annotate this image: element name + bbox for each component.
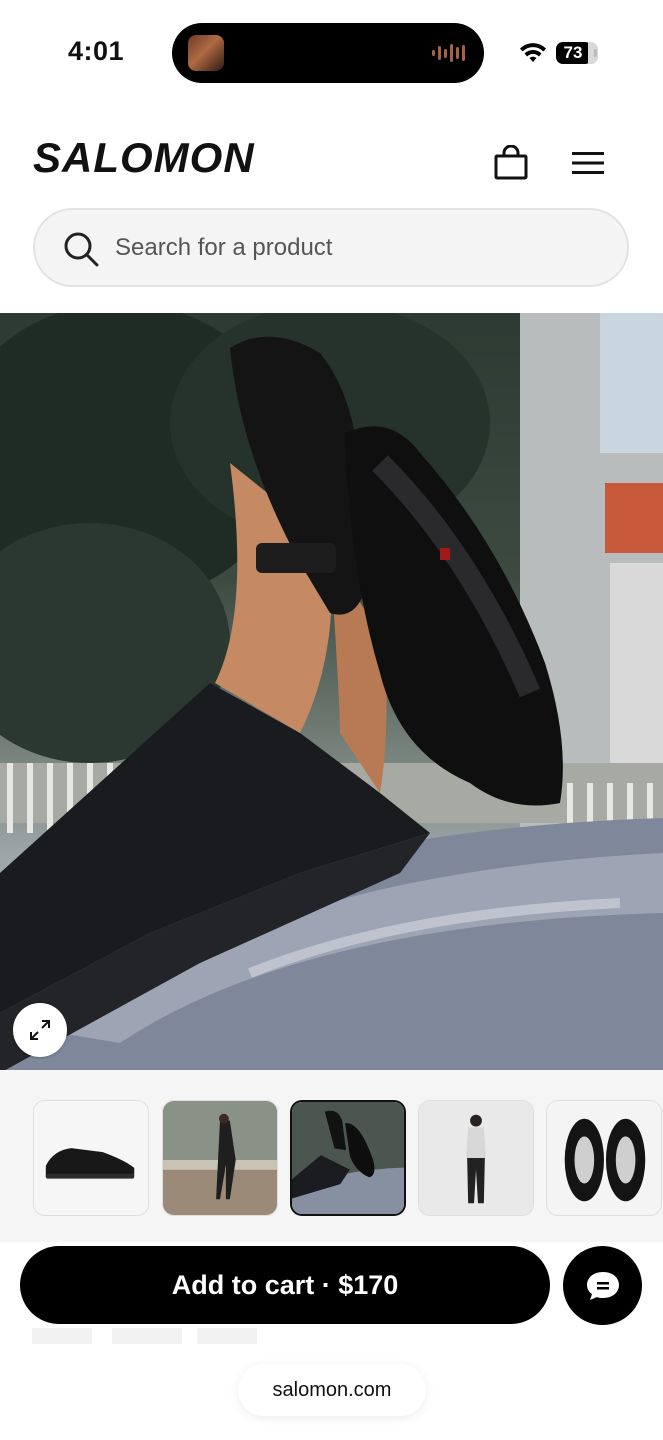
dynamic-island[interactable] [172, 23, 484, 83]
thumb-street-model[interactable] [162, 1100, 278, 1216]
battery-icon: 73 [556, 42, 598, 66]
search-icon [64, 232, 99, 267]
thumb-feet-up[interactable] [290, 1100, 406, 1216]
cart-button[interactable] [488, 140, 534, 186]
now-playing-art [188, 35, 224, 71]
search-input[interactable] [115, 224, 595, 272]
thumb-shoe-side[interactable] [33, 1100, 149, 1216]
status-bar: 4:01 73 [0, 0, 663, 100]
salomon-logo[interactable]: SALOMON [33, 134, 255, 182]
studio-model-image [419, 1101, 533, 1215]
site-header: SALOMON [0, 120, 663, 200]
search-bar[interactable] [33, 208, 629, 287]
thumb-studio-model[interactable] [418, 1100, 534, 1216]
wifi-icon [520, 43, 546, 62]
battery-percent: 73 [563, 43, 583, 62]
browser-url-pill[interactable]: salomon.com [238, 1364, 426, 1416]
status-time: 4:01 [68, 36, 125, 66]
product-hero-image[interactable] [0, 313, 663, 1070]
shoe-side-image [34, 1101, 148, 1215]
shopping-bag-icon [494, 145, 528, 180]
menu-button[interactable] [566, 140, 612, 186]
shoe-top-image [547, 1101, 661, 1215]
feet-up-image [292, 1102, 404, 1214]
thumbnail-strip[interactable] [0, 1070, 663, 1242]
thumb-shoe-top[interactable] [546, 1100, 662, 1216]
chat-bubble-icon [586, 1271, 619, 1300]
expand-icon [30, 1020, 50, 1040]
add-to-cart-button[interactable]: Add to cart · $170 [20, 1246, 550, 1324]
audio-waveform-icon [432, 42, 468, 64]
partial-content [32, 1328, 262, 1344]
expand-image-button[interactable] [13, 1003, 67, 1057]
hamburger-menu-icon [572, 152, 604, 174]
chat-button[interactable] [563, 1246, 642, 1325]
street-model-image [163, 1101, 277, 1215]
hero-photo [0, 313, 663, 1070]
